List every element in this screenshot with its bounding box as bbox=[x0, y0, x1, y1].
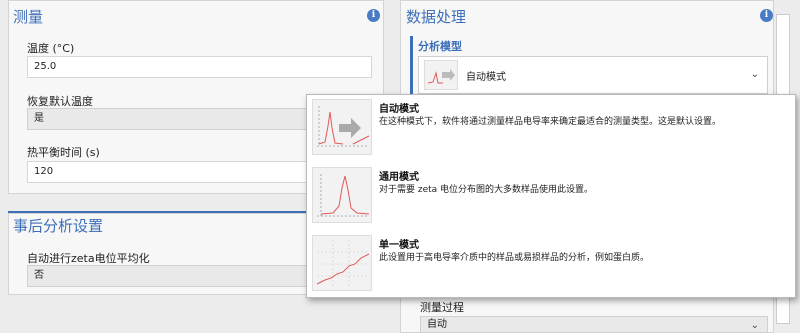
auto-mode-small-icon bbox=[427, 69, 455, 84]
option-description: 此设置用于高电导率介质中的样品或易损样品的分析，例如蛋白质。 bbox=[379, 253, 650, 263]
analysis-model-thumb bbox=[424, 60, 458, 90]
analysis-model-marker bbox=[410, 36, 413, 98]
option-general-mode[interactable]: 通用模式 对于需要 zeta 电位分布图的大多数样品使用此设置。 bbox=[307, 163, 795, 227]
auto-mode-chart-icon bbox=[312, 99, 372, 155]
measurement-process-select[interactable]: 自动 ⌄ bbox=[420, 316, 768, 333]
option-description: 在这种模式下，软件将通过测量样品电导率来确定最适合的测量类型。这是默认设置。 bbox=[379, 117, 722, 127]
measurement-process-value: 自动 bbox=[427, 319, 447, 330]
restore-default-label: 恢复默认温度 bbox=[27, 95, 93, 108]
option-description: 对于需要 zeta 电位分布图的大多数样品使用此设置。 bbox=[379, 185, 594, 195]
auto-average-label: 自动进行zeta电位平均化 bbox=[27, 252, 150, 265]
measurement-process-label: 测量过程 bbox=[420, 301, 464, 314]
analysis-model-dropdown: 自动模式 在这种模式下，软件将通过测量样品电导率来确定最适合的测量类型。这是默认… bbox=[306, 94, 796, 298]
temperature-input[interactable]: 25.0 bbox=[27, 56, 372, 78]
analysis-model-label: 分析模型 bbox=[418, 40, 462, 53]
analysis-model-select[interactable]: 自动模式 ⌄ bbox=[418, 56, 768, 94]
option-auto-mode[interactable]: 自动模式 在这种模式下，软件将通过测量样品电导率来确定最适合的测量类型。这是默认… bbox=[307, 95, 795, 159]
post-analysis-title: 事后分析设置 bbox=[13, 217, 104, 235]
general-mode-chart-icon bbox=[312, 167, 372, 223]
option-monomodal[interactable]: 单一模式 此设置用于高电导率介质中的样品或易损样品的分析，例如蛋白质。 bbox=[307, 231, 795, 295]
measurement-info-icon[interactable]: i bbox=[367, 9, 380, 22]
equilibration-label: 热平衡时间 (s) bbox=[27, 146, 100, 159]
measurement-title: 测量 bbox=[13, 8, 44, 26]
monomodal-chart-icon bbox=[312, 235, 372, 291]
option-title: 自动模式 bbox=[379, 104, 419, 115]
option-title: 通用模式 bbox=[379, 172, 419, 183]
data-processing-info-icon[interactable]: i bbox=[760, 9, 773, 22]
chevron-down-icon: ⌄ bbox=[750, 320, 759, 331]
chevron-down-icon: ⌄ bbox=[750, 69, 759, 80]
analysis-model-value: 自动模式 bbox=[466, 72, 506, 83]
option-title: 单一模式 bbox=[379, 240, 419, 251]
temperature-label: 温度 (°C) bbox=[27, 42, 75, 55]
data-processing-title: 数据处理 bbox=[406, 8, 467, 26]
